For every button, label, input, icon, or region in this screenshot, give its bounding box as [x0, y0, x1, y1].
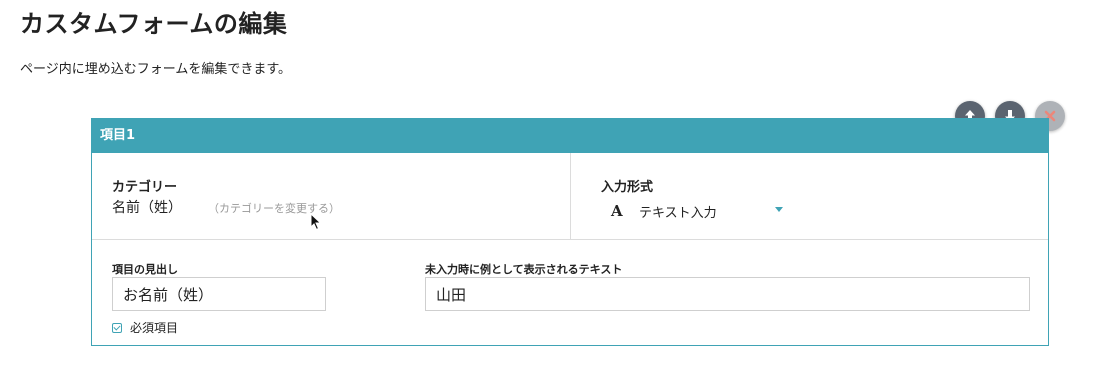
input-type-value: テキスト入力 [639, 205, 717, 221]
input-type-section: 入力形式 A テキスト入力 [571, 153, 1048, 239]
mouse-cursor-icon [310, 213, 322, 231]
input-type-label: 入力形式 [601, 180, 654, 195]
placeholder-text-label: 未入力時に例として表示されるテキスト [425, 263, 623, 276]
placeholder-text-input[interactable] [425, 277, 1030, 311]
category-label: カテゴリー [112, 180, 178, 195]
category-section: カテゴリー 名前（姓） （カテゴリーを変更する） [92, 153, 571, 239]
page-title: カスタムフォームの編集 [20, 10, 288, 38]
item-header: 項目1 [92, 119, 1048, 153]
caret-down-icon [775, 207, 783, 212]
item-settings-row: カテゴリー 名前（姓） （カテゴリーを変更する） 入力形式 A テキスト入力 [92, 153, 1048, 240]
form-item-card: 項目1 カテゴリー 名前（姓） （カテゴリーを変更する） 入力形式 A テキスト… [91, 118, 1049, 346]
required-label: 必須項目 [130, 321, 179, 335]
checkbox-checked-icon [112, 322, 122, 333]
heading-input[interactable] [112, 277, 326, 311]
item-fields-row: 項目の見出し 未入力時に例として表示されるテキスト 必須項目 [92, 240, 1048, 346]
category-value: 名前（姓） [112, 200, 182, 216]
page-description: ページ内に埋め込むフォームを編集できます。 [20, 62, 292, 77]
text-type-icon: A [611, 202, 623, 220]
required-checkbox[interactable]: 必須項目 [112, 319, 178, 336]
heading-label: 項目の見出し [112, 263, 178, 276]
input-type-select[interactable]: A テキスト入力 [611, 201, 791, 221]
